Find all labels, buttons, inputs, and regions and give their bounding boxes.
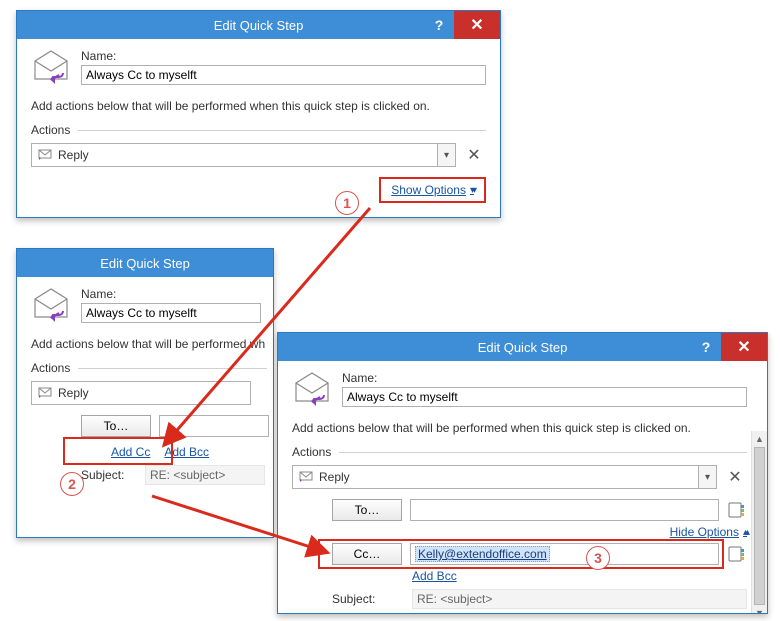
actions-label: Actions	[292, 445, 331, 459]
titlebar: Edit Quick Step ? ✕	[278, 333, 767, 361]
dialog-title: Edit Quick Step	[100, 256, 190, 271]
titlebar: Edit Quick Step ? ✕	[17, 11, 500, 39]
envelope-reply-icon	[292, 371, 332, 411]
name-input[interactable]	[81, 303, 261, 323]
subject-field	[412, 589, 747, 609]
help-button[interactable]: ?	[691, 333, 721, 361]
dialog-2: Edit Quick Step Name: Add actions below …	[16, 248, 274, 538]
reply-icon	[299, 469, 313, 486]
divider	[78, 130, 486, 131]
hide-options-link[interactable]: Hide Options ▴▴	[670, 525, 747, 539]
scroll-down-icon[interactable]: ▼	[752, 605, 767, 614]
add-bcc-link[interactable]: Add Bcc	[164, 445, 209, 459]
action-label: Reply	[319, 470, 350, 484]
subject-label: Subject:	[332, 592, 404, 606]
instruction-text: Add actions below that will be performed…	[31, 99, 486, 113]
remove-action-button[interactable]: ✕	[462, 143, 486, 167]
scroll-thumb[interactable]	[754, 447, 765, 605]
to-field[interactable]	[159, 415, 269, 437]
subject-label: Subject:	[81, 468, 137, 482]
add-bcc-link[interactable]: Add Bcc	[412, 569, 457, 583]
scroll-up-icon[interactable]: ▲	[752, 431, 767, 447]
to-field[interactable]	[410, 499, 719, 521]
name-label: Name:	[81, 49, 486, 63]
instruction-text: Add actions below that will be performed…	[31, 337, 267, 351]
step-marker-3: 3	[586, 546, 610, 570]
name-label: Name:	[342, 371, 747, 385]
dialog-3: Edit Quick Step ? ✕ Name: Add actions be…	[277, 332, 768, 614]
close-button[interactable]: ✕	[454, 11, 500, 39]
action-combo[interactable]: Reply ▾	[292, 465, 717, 489]
action-combo[interactable]: Reply ▾	[31, 143, 456, 167]
cc-button[interactable]: Cc…	[332, 543, 402, 565]
step-marker-1: 1	[335, 191, 359, 215]
actions-label: Actions	[31, 361, 70, 375]
to-button[interactable]: To…	[332, 499, 402, 521]
name-input[interactable]	[342, 387, 747, 407]
double-chevron-down-icon: ▾▾	[470, 185, 474, 196]
remove-action-button[interactable]: ✕	[723, 465, 747, 489]
reply-icon	[38, 385, 52, 402]
dialog-title: Edit Quick Step	[214, 18, 304, 33]
divider	[339, 452, 747, 453]
close-button[interactable]: ✕	[721, 333, 767, 361]
name-label: Name:	[81, 287, 267, 301]
to-button[interactable]: To…	[81, 415, 151, 437]
address-book-icon[interactable]	[727, 544, 747, 564]
name-input[interactable]	[81, 65, 486, 85]
actions-label: Actions	[31, 123, 70, 137]
titlebar: Edit Quick Step	[17, 249, 273, 277]
action-label: Reply	[58, 386, 89, 400]
envelope-reply-icon	[31, 49, 71, 89]
action-label: Reply	[58, 148, 89, 162]
double-chevron-up-icon: ▴▴	[743, 527, 747, 538]
step-marker-2: 2	[60, 472, 84, 496]
dialog-title: Edit Quick Step	[478, 340, 568, 355]
chevron-down-icon[interactable]: ▾	[437, 144, 455, 166]
scrollbar[interactable]: ▲ ▼	[751, 431, 767, 614]
address-book-icon[interactable]	[727, 500, 747, 520]
cc-recipient[interactable]: Kelly@extendoffice.com	[415, 546, 550, 562]
chevron-down-icon[interactable]: ▾	[698, 466, 716, 488]
cc-field[interactable]: Kelly@extendoffice.com	[410, 543, 719, 565]
help-button[interactable]: ?	[424, 11, 454, 39]
add-cc-link[interactable]: Add Cc	[111, 445, 150, 459]
instruction-text: Add actions below that will be performed…	[292, 421, 747, 435]
reply-icon	[38, 147, 52, 164]
subject-field	[145, 465, 265, 485]
divider	[78, 368, 267, 369]
envelope-reply-icon	[31, 287, 71, 327]
show-options-link[interactable]: Show Options ▾▾	[391, 183, 474, 197]
dialog-1: Edit Quick Step ? ✕ Name: Add actions be…	[16, 10, 501, 218]
action-combo[interactable]: Reply	[31, 381, 251, 405]
